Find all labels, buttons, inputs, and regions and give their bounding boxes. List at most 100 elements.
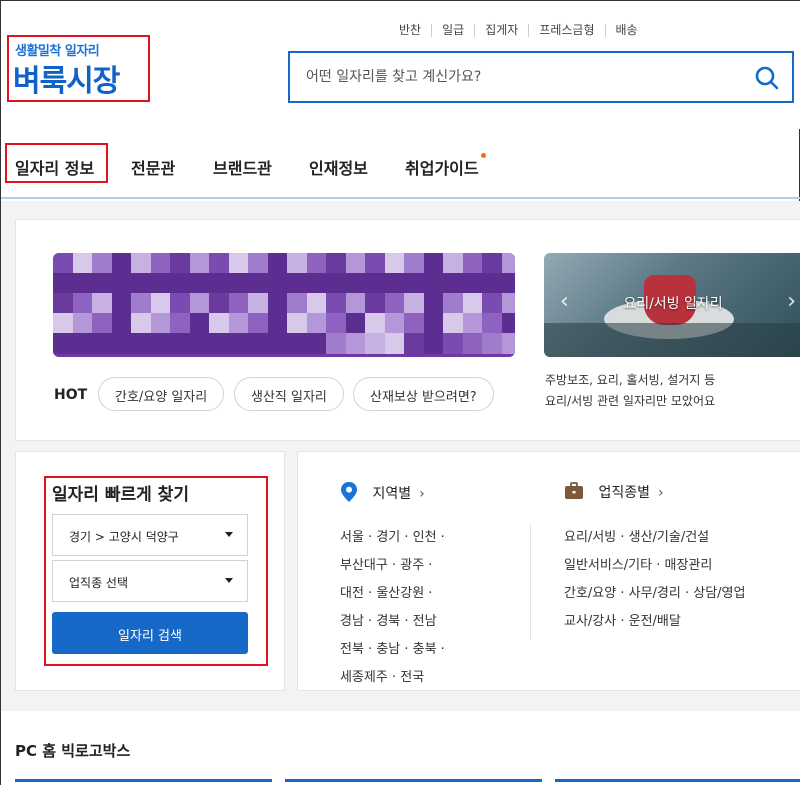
search-input[interactable] xyxy=(306,66,746,88)
job-row[interactable]: 일반서비스/기타 · 매장관리 xyxy=(564,552,745,580)
banner-mosaic-tile xyxy=(72,313,93,334)
banner-mosaic-tile xyxy=(462,313,483,334)
caret-down-icon xyxy=(225,532,233,537)
banner-mosaic-tile xyxy=(326,293,347,314)
chevron-right-icon[interactable]: › xyxy=(787,289,796,314)
banner-mosaic-tile xyxy=(306,293,327,314)
banner-mosaic-tile xyxy=(189,253,210,274)
banner-mosaic-tile xyxy=(111,273,132,294)
banner-mosaic-tile xyxy=(462,293,483,314)
banner-mosaic-tile xyxy=(72,293,93,314)
banner-mosaic-tile xyxy=(443,293,464,314)
banner-mosaic-tile xyxy=(306,333,327,354)
banner-mosaic-tile xyxy=(345,313,366,334)
banner-mosaic-tile xyxy=(462,273,483,294)
promo-caption: 요리/서빙 일자리 xyxy=(623,296,723,312)
hot-chip[interactable]: 생산직 일자리 xyxy=(234,377,344,411)
banner-mosaic-tile xyxy=(384,313,405,334)
region-row[interactable]: 경남 · 경북 · 전남 xyxy=(340,608,445,636)
banner-mosaic-tile xyxy=(170,333,191,354)
nav-specialty[interactable]: 전문관 xyxy=(131,155,175,179)
featured-card: HOT 간호/요양 일자리 생산직 일자리 산재보상 받으려면? 요리/서빙 일… xyxy=(15,219,800,441)
region-row[interactable]: 전북 · 충남 · 충북 · xyxy=(340,636,445,664)
banner-mosaic-tile xyxy=(170,273,191,294)
search-icon[interactable] xyxy=(754,65,780,91)
promo-description: 주방보조, 요리, 홀서빙, 설거지 등 요리/서빙 관련 일자리만 모았어요 xyxy=(545,370,715,412)
job-row[interactable]: 교사/강사 · 운전/배달 xyxy=(564,608,745,636)
chevron-left-icon[interactable]: ‹ xyxy=(560,289,569,314)
job-category-link[interactable]: 업직종별 › xyxy=(564,482,664,502)
banner-mosaic-tile xyxy=(267,273,288,294)
nav-career-guide[interactable]: 취업가이드 xyxy=(405,153,486,179)
banner-mosaic-tile xyxy=(170,313,191,334)
banner-mosaic-tile xyxy=(345,333,366,354)
banner-mosaic-tile xyxy=(501,273,515,294)
job-category-list: 요리/서빙 · 생산/기술/건설 일반서비스/기타 · 매장관리 간호/요양 ·… xyxy=(564,524,745,636)
banner-mosaic-tile xyxy=(72,253,93,274)
keyword-link[interactable]: 프레스금형 xyxy=(528,24,604,37)
banner-mosaic-tile xyxy=(384,273,405,294)
keyword-link[interactable]: 배송 xyxy=(604,24,648,37)
region-category-link[interactable]: 지역별 › xyxy=(340,482,425,503)
banner-mosaic-tile xyxy=(326,273,347,294)
banner-mosaic-tile xyxy=(384,333,405,354)
banner-mosaic-tile xyxy=(72,273,93,294)
banner-mosaic-tile xyxy=(267,313,288,334)
hot-chip[interactable]: 간호/요양 일자리 xyxy=(98,377,225,411)
caret-down-icon xyxy=(225,578,233,583)
banner-mosaic-tile xyxy=(404,313,425,334)
banner-mosaic-tile xyxy=(228,273,249,294)
nav-job-info[interactable]: 일자리 정보 xyxy=(5,143,108,183)
banner-mosaic-tile xyxy=(111,313,132,334)
keyword-link[interactable]: 반찬 xyxy=(389,24,431,37)
keyword-link[interactable]: 집게자 xyxy=(474,24,528,37)
banner-mosaic-tile xyxy=(228,313,249,334)
quick-search-card: 일자리 빠르게 찾기 경기 > 고양시 덕양구 업직종 선택 일자리 검색 xyxy=(15,451,285,691)
chevron-right-icon: › xyxy=(419,486,425,502)
section-tab[interactable] xyxy=(285,779,542,782)
banner-mosaic-tile xyxy=(423,313,444,334)
region-row[interactable]: 부산대구 · 광주 · xyxy=(340,552,445,580)
banner-mosaic-tile xyxy=(365,253,386,274)
promo-banner[interactable]: 요리/서빙 일자리 ‹ › xyxy=(544,253,800,357)
banner-mosaic-tile xyxy=(404,253,425,274)
banner-mosaic-tile xyxy=(482,333,503,354)
job-row[interactable]: 간호/요양 · 사무/경리 · 상담/영업 xyxy=(564,580,745,608)
section-tab[interactable] xyxy=(15,779,272,782)
banner-mosaic-tile xyxy=(482,273,503,294)
nav-brand[interactable]: 브랜드관 xyxy=(213,155,272,179)
job-search-button[interactable]: 일자리 검색 xyxy=(52,612,248,654)
section-tab[interactable] xyxy=(555,779,800,782)
banner-mosaic-tile xyxy=(267,253,288,274)
region-select[interactable]: 경기 > 고양시 덕양구 xyxy=(52,514,248,556)
region-row[interactable]: 대전 · 울산강원 · xyxy=(340,580,445,608)
region-row[interactable]: 세종제주 · 전국 xyxy=(340,664,445,692)
banner-mosaic-tile xyxy=(248,273,269,294)
banner-mosaic-tile xyxy=(306,273,327,294)
banner-mosaic-tile xyxy=(189,273,210,294)
banner-mosaic-tile xyxy=(92,333,113,354)
banner-mosaic-tile xyxy=(462,333,483,354)
nav-talent[interactable]: 인재정보 xyxy=(309,155,368,179)
banner-mosaic-tile xyxy=(170,293,191,314)
banner-mosaic-tile xyxy=(209,273,230,294)
region-category-title: 지역별 xyxy=(372,486,412,502)
category-card: 지역별 › 서울 · 경기 · 인천 · 부산대구 · 광주 · 대전 · 울산강… xyxy=(297,451,800,691)
job-row[interactable]: 요리/서빙 · 생산/기술/건설 xyxy=(564,524,745,552)
banner-mosaic-tile xyxy=(326,253,347,274)
site-logo[interactable]: 생활밀착 일자리 벼룩시장 xyxy=(7,35,150,102)
banner-mosaic-tile xyxy=(228,293,249,314)
banner-mosaic-tile xyxy=(423,273,444,294)
keyword-link[interactable]: 일급 xyxy=(431,24,474,37)
banner-mosaic-tile xyxy=(92,313,113,334)
nav-career-guide-label: 취업가이드 xyxy=(405,159,479,178)
job-type-select[interactable]: 업직종 선택 xyxy=(52,560,248,602)
banner-mosaic-tile xyxy=(111,333,132,354)
main-banner[interactable] xyxy=(53,253,515,357)
banner-mosaic-tile xyxy=(501,253,515,274)
job-category-title: 업직종별 xyxy=(598,485,650,501)
section-title: PC 홈 빅로고박스 xyxy=(15,742,131,760)
hot-chip[interactable]: 산재보상 받으려면? xyxy=(353,377,494,411)
banner-mosaic-tile xyxy=(111,293,132,314)
region-row[interactable]: 서울 · 경기 · 인천 · xyxy=(340,524,445,552)
